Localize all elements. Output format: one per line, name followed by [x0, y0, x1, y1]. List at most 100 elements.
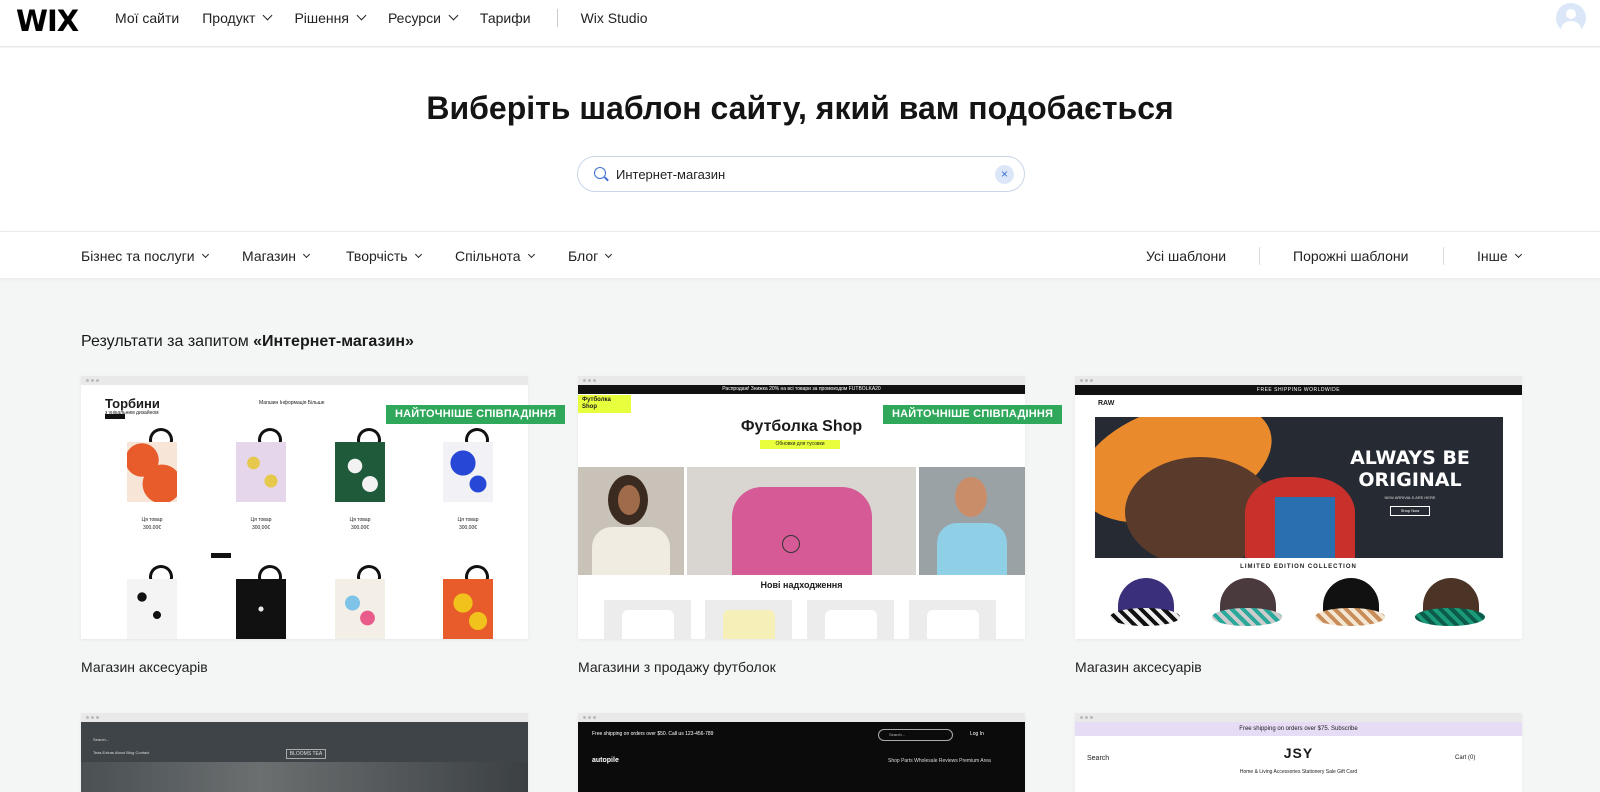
- filter-label: Блог: [568, 248, 599, 264]
- preview-cart: Cart (0): [1455, 755, 1476, 761]
- wix-logo[interactable]: WIX: [16, 4, 79, 38]
- avatar-body: [1561, 21, 1581, 33]
- preview-search: Search...: [878, 729, 953, 741]
- nav-resources[interactable]: Ресурси: [387, 10, 459, 26]
- tshirt-hero-image: [687, 467, 916, 575]
- preview-menu: Teas Extras About Blog Contact: [93, 750, 150, 755]
- preview-logo: autopile: [592, 757, 619, 764]
- main-menu: Мої сайти Продукт Рішення Ресурси Тарифи…: [115, 0, 671, 36]
- template-name[interactable]: Магазин аксесуарів: [81, 659, 208, 675]
- category-filter-bar: Бізнес та послуги Магазин Творчість Спіл…: [0, 231, 1600, 278]
- search-value: Интернет-магазин: [616, 167, 726, 182]
- filter-label: Бізнес та послуги: [81, 248, 195, 264]
- results-prefix: Результати за запитом: [81, 333, 254, 350]
- bag-image: [335, 424, 385, 502]
- best-match-badge: НАЙТОЧНІШЕ СПІВПАДІННЯ: [386, 405, 566, 424]
- filter-blog[interactable]: Блог: [568, 248, 613, 264]
- bag-image: [236, 561, 286, 639]
- preview-search: Search: [1087, 755, 1110, 762]
- preview-logo: Футболка Shop: [578, 395, 631, 413]
- template-card-caps-shop[interactable]: FREE SHIPPING WORLDWIDE RAW ALWAYS BE OR…: [1075, 376, 1522, 639]
- filter-label: Магазин: [242, 248, 297, 264]
- product-name: Ця товар: [349, 517, 371, 523]
- chevron-down-icon: [302, 250, 311, 259]
- template-card-jsy-store[interactable]: Free shipping on orders over $75. Subscr…: [1075, 713, 1522, 792]
- filter-divider: [1443, 247, 1444, 265]
- nav-wix-studio[interactable]: Wix Studio: [581, 10, 648, 26]
- template-search-input[interactable]: Интернет-магазин ×: [577, 156, 1025, 192]
- chevron-down-icon: [605, 250, 613, 259]
- preview-collection-title: LIMITED EDITION COLLECTION: [1240, 564, 1357, 570]
- filter-other[interactable]: Інше: [1477, 248, 1522, 264]
- preview-pill: Обновки для тусовки: [760, 440, 840, 449]
- preview-tag: [105, 414, 125, 419]
- template-name[interactable]: Магазини з продажу футболок: [578, 659, 776, 675]
- user-avatar[interactable]: [1556, 3, 1586, 33]
- template-card-auto-parts[interactable]: Free shipping on orders over $50. Call u…: [578, 713, 1025, 792]
- filter-all-templates[interactable]: Усі шаблони: [1146, 248, 1226, 264]
- browser-bar: [1075, 713, 1522, 722]
- caps-hero-image: ALWAYS BE ORIGINAL NEW ARRIVALS ARE HERE…: [1095, 417, 1503, 558]
- preview-headline: ALWAYS BE ORIGINAL: [1350, 447, 1470, 491]
- top-navigation: WIX Мої сайти Продукт Рішення Ресурси Та…: [0, 0, 1600, 47]
- filter-business[interactable]: Бізнес та послуги: [81, 248, 209, 264]
- nav-label: Рішення: [294, 10, 349, 26]
- filter-store[interactable]: Магазин: [242, 248, 311, 264]
- nav-my-sites[interactable]: Мої сайти: [115, 10, 179, 26]
- filter-label: Порожні шаблони: [1293, 248, 1409, 264]
- cap-image: [1315, 578, 1385, 630]
- product-name: Ця товар: [250, 517, 272, 523]
- bag-image: [236, 424, 286, 502]
- product-price: 300,00€: [142, 525, 162, 531]
- cap-image: [1415, 578, 1485, 630]
- preview-menu: Shop Parts Wholesale Reviews Premium Are…: [888, 758, 991, 764]
- preview-section-title: Нові надходження: [760, 580, 843, 590]
- page-title: Виберіть шаблон сайту, який вам подобаєт…: [426, 90, 1174, 126]
- nav-label: Мої сайти: [115, 10, 180, 26]
- filter-creative[interactable]: Творчість: [346, 248, 422, 264]
- best-match-badge: НАЙТОЧНІШЕ СПІВПАДІННЯ: [883, 405, 1063, 424]
- product-tile: [807, 600, 894, 639]
- chevron-down-icon: [201, 250, 209, 259]
- results-query: «Интернет-магазин»: [253, 333, 414, 350]
- nav-pricing[interactable]: Тарифи: [480, 10, 531, 26]
- product-name: Ця товар: [141, 517, 163, 523]
- product-price: 300,00€: [350, 525, 370, 531]
- chevron-down-icon: [1514, 250, 1522, 259]
- product-price: 300,00€: [251, 525, 271, 531]
- product-tile: [705, 600, 792, 639]
- avatar-head: [1566, 9, 1576, 19]
- preview-header: Search... Teas Extras About Blog Contact…: [81, 722, 528, 762]
- clear-search-button[interactable]: ×: [995, 165, 1014, 184]
- nav-label: Ресурси: [387, 10, 441, 26]
- chevron-down-icon: [414, 250, 422, 259]
- browser-bar: [578, 376, 1025, 385]
- nav-label: Тарифи: [479, 10, 531, 26]
- browser-bar: [578, 713, 1025, 722]
- filter-label: Інше: [1477, 248, 1508, 264]
- preview-title: Торбини: [105, 396, 160, 411]
- template-name[interactable]: Магазин аксесуарів: [1075, 659, 1202, 675]
- template-card-tea-shop[interactable]: Search... Teas Extras About Blog Contact…: [81, 713, 528, 792]
- preview-subline: NEW ARRIVALS ARE HERE: [1384, 495, 1436, 500]
- filter-label: Творчість: [346, 248, 408, 264]
- browser-bar: [81, 713, 528, 722]
- preview-shop-button: Shop Now: [1390, 506, 1430, 516]
- cap-image: [1110, 578, 1180, 630]
- hero-section: Виберіть шаблон сайту, який вам подобаєт…: [0, 48, 1600, 231]
- filter-blank-templates[interactable]: Порожні шаблони: [1293, 248, 1408, 264]
- product-name: Ця товар: [457, 517, 479, 523]
- nav-solutions[interactable]: Рішення: [294, 10, 367, 26]
- preview-shipping-bar: FREE SHIPPING WORLDWIDE: [1075, 385, 1522, 395]
- nav-product[interactable]: Продукт: [202, 10, 273, 26]
- preview-search: Search...: [93, 737, 110, 742]
- preview-hero-image: [81, 762, 528, 792]
- bag-image: [443, 424, 493, 502]
- chevron-down-icon: [448, 10, 459, 21]
- product-tile: [909, 600, 996, 639]
- preview-promo-bar: Распродаж! Знижка 20% на всі товари за п…: [578, 385, 1025, 394]
- bag-image: [443, 561, 493, 639]
- filter-label: Спільнота: [455, 248, 521, 264]
- bag-image: [127, 424, 177, 502]
- filter-community[interactable]: Спільнота: [455, 248, 535, 264]
